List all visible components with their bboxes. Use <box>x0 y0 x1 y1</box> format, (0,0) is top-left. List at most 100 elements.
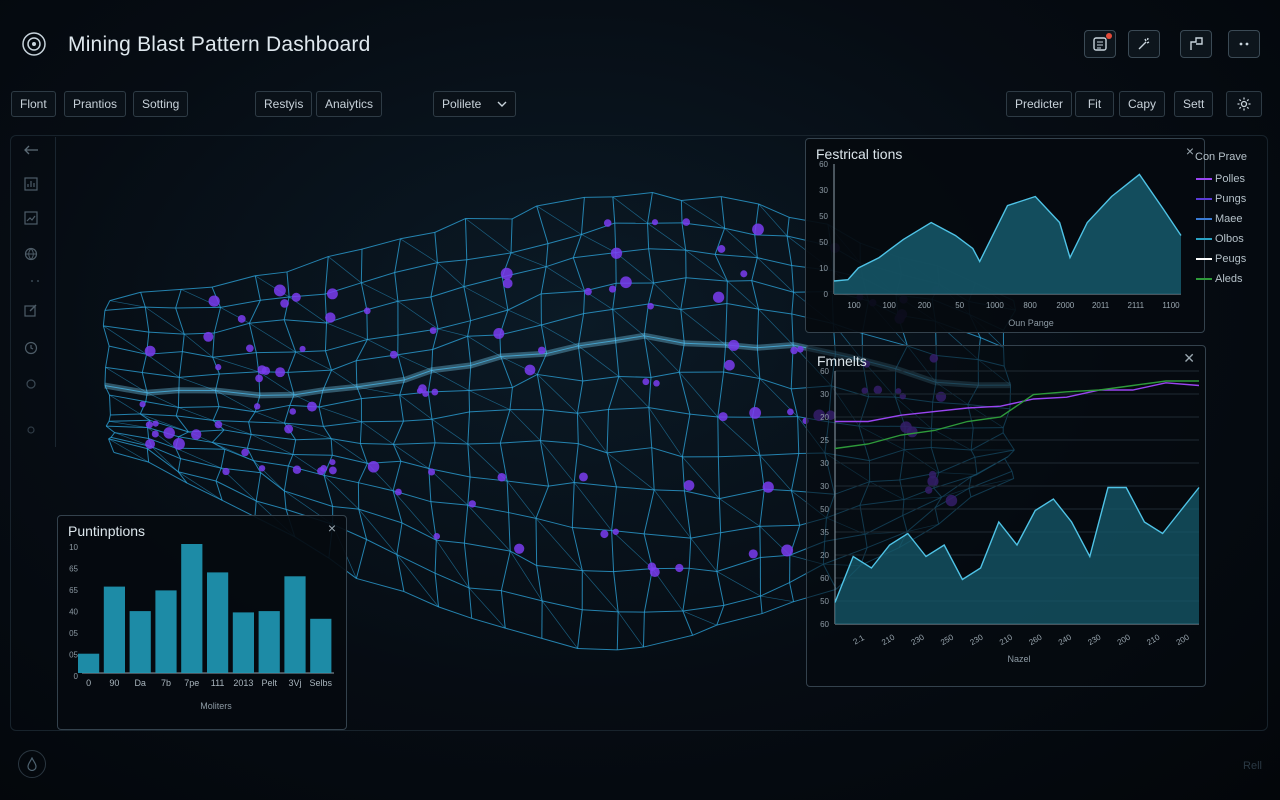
legend-item[interactable]: Pungs <box>1196 193 1246 205</box>
blast-node[interactable] <box>191 429 202 440</box>
bar[interactable] <box>155 590 177 673</box>
settings-button[interactable] <box>1226 91 1262 117</box>
blast-node[interactable] <box>363 307 371 315</box>
bar[interactable] <box>284 576 306 674</box>
blast-node[interactable] <box>299 345 306 353</box>
blast-node[interactable] <box>139 401 146 408</box>
blast-node[interactable] <box>682 218 691 226</box>
blast-node[interactable] <box>584 287 592 296</box>
blast-node[interactable] <box>717 245 726 253</box>
edit-icon[interactable] <box>22 301 40 319</box>
bar[interactable] <box>310 618 332 673</box>
magic-wand-button[interactable] <box>1128 30 1160 58</box>
toolbar-button-sotting[interactable]: Sotting <box>133 91 189 117</box>
blast-node[interactable] <box>241 448 249 457</box>
blast-node[interactable] <box>748 549 758 559</box>
blast-node[interactable] <box>610 247 623 259</box>
blast-node[interactable] <box>326 288 338 300</box>
blast-node[interactable] <box>291 292 301 302</box>
blast-node[interactable] <box>245 344 254 353</box>
blast-node[interactable] <box>320 464 328 472</box>
blast-node[interactable] <box>524 364 536 376</box>
chart-icon[interactable] <box>22 175 40 193</box>
blast-node[interactable] <box>612 528 619 535</box>
blast-node[interactable] <box>538 346 546 355</box>
bar[interactable] <box>181 544 203 673</box>
toolbar-button-copy[interactable]: Capy <box>1119 91 1166 117</box>
blast-node[interactable] <box>579 472 588 482</box>
water-drop-button[interactable] <box>18 750 46 778</box>
legend-item[interactable]: Aleds <box>1196 273 1243 285</box>
view-select[interactable]: Polilete <box>433 91 516 117</box>
legend-item[interactable]: Maee <box>1196 213 1243 225</box>
blast-node[interactable] <box>328 466 337 475</box>
toolbar-button-analytics[interactable]: Anaiytics <box>316 91 383 117</box>
legend-item[interactable]: Polles <box>1196 173 1245 185</box>
blast-node[interactable] <box>395 488 402 496</box>
blast-node[interactable] <box>214 420 223 429</box>
legend-item[interactable]: Peugs <box>1196 253 1246 265</box>
blast-node[interactable] <box>797 346 804 353</box>
blast-node[interactable] <box>787 408 794 416</box>
split-view-button[interactable] <box>1180 30 1212 58</box>
blast-node[interactable] <box>289 408 297 415</box>
blast-node[interactable] <box>431 388 439 396</box>
toolbar-button-predict[interactable]: Predicter <box>1006 91 1073 117</box>
blast-node[interactable] <box>280 299 289 308</box>
blast-node[interactable] <box>647 562 657 571</box>
blast-node[interactable] <box>647 302 654 310</box>
blast-node[interactable] <box>514 543 525 554</box>
toolbar-button-set[interactable]: Sett <box>1174 91 1214 117</box>
blast-node[interactable] <box>752 223 764 236</box>
blast-node[interactable] <box>145 439 156 450</box>
blast-node[interactable] <box>163 427 175 439</box>
blast-node[interactable] <box>600 530 609 539</box>
blast-node[interactable] <box>284 424 294 434</box>
toolbar-button-prantios[interactable]: Prantios <box>64 91 127 117</box>
blast-node[interactable] <box>273 284 286 297</box>
blast-node[interactable] <box>608 285 617 293</box>
blast-node[interactable] <box>781 544 794 557</box>
bar[interactable] <box>232 612 254 673</box>
blast-node[interactable] <box>433 533 441 540</box>
blast-node[interactable] <box>292 465 302 474</box>
image-icon[interactable] <box>22 209 40 227</box>
blast-node[interactable] <box>500 267 513 280</box>
blast-node[interactable] <box>307 401 317 412</box>
blast-node[interactable] <box>208 295 220 307</box>
blast-node[interactable] <box>215 364 222 371</box>
bar[interactable] <box>129 611 151 673</box>
blast-node[interactable] <box>325 312 336 323</box>
notes-button[interactable] <box>1084 30 1116 58</box>
blast-node[interactable] <box>712 291 725 303</box>
blast-node[interactable] <box>173 438 185 450</box>
blast-node[interactable] <box>497 472 507 482</box>
blast-node[interactable] <box>728 339 740 351</box>
blast-node[interactable] <box>740 270 748 278</box>
blast-node[interactable] <box>502 278 513 289</box>
blast-node[interactable] <box>367 460 380 473</box>
blast-node[interactable] <box>651 219 659 226</box>
blast-node[interactable] <box>329 459 336 466</box>
blast-node[interactable] <box>145 421 153 429</box>
blast-node[interactable] <box>468 500 476 508</box>
blast-node[interactable] <box>653 380 660 387</box>
blast-node[interactable] <box>151 430 159 438</box>
bar[interactable] <box>78 653 100 673</box>
bar[interactable] <box>103 586 125 673</box>
blast-node[interactable] <box>429 327 437 335</box>
circle-icon[interactable] <box>22 375 40 393</box>
blast-node[interactable] <box>790 346 798 355</box>
blast-node[interactable] <box>683 480 695 491</box>
clock-icon[interactable] <box>22 339 40 357</box>
blast-node[interactable] <box>642 378 650 386</box>
blast-node[interactable] <box>428 468 436 476</box>
blast-node[interactable] <box>620 276 632 289</box>
blast-node[interactable] <box>275 367 286 378</box>
blast-node[interactable] <box>675 563 684 573</box>
blast-node[interactable] <box>749 407 762 419</box>
blast-node[interactable] <box>258 465 266 472</box>
blast-node[interactable] <box>237 314 246 323</box>
blast-node[interactable] <box>389 350 398 359</box>
bar[interactable] <box>207 572 229 673</box>
